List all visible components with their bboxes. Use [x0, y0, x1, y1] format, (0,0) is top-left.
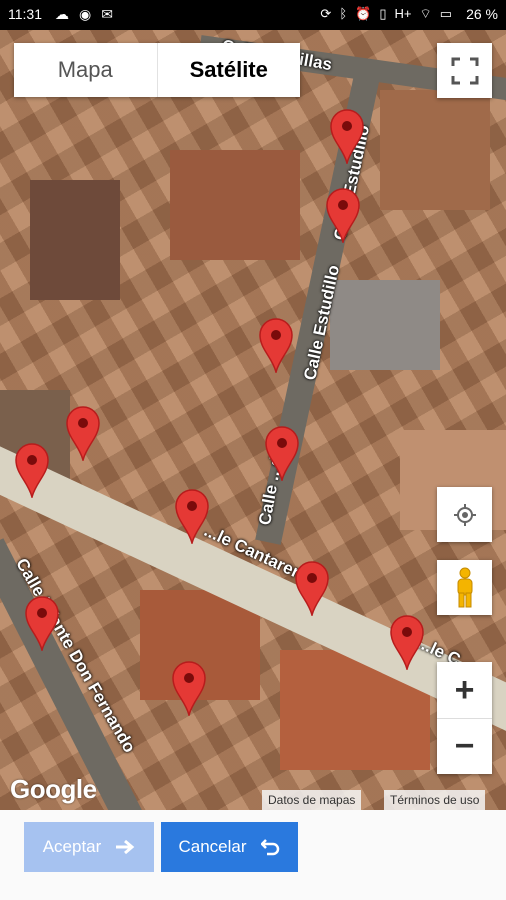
map-marker-pin[interactable]: [14, 442, 50, 498]
map-marker-pin[interactable]: [329, 108, 365, 164]
terms-link[interactable]: Términos de uso: [384, 790, 486, 810]
undo-icon: [260, 839, 279, 856]
fullscreen-icon: [451, 57, 478, 84]
wifi-icon: ⌔: [419, 6, 432, 21]
status-time: 11:31: [8, 6, 42, 22]
zoom-controls: + −: [437, 662, 492, 774]
street-view-button[interactable]: [437, 560, 492, 615]
map-marker-pin[interactable]: [294, 560, 330, 616]
map-marker-pin[interactable]: [389, 614, 425, 670]
bluetooth-icon: ᛒ: [339, 6, 348, 21]
map-marker-pin[interactable]: [171, 660, 207, 716]
action-bar: Aceptar Cancelar: [0, 810, 506, 900]
map-marker-pin[interactable]: [65, 405, 101, 461]
network-type: H+: [394, 6, 412, 21]
zoom-out-button[interactable]: −: [437, 719, 492, 774]
cloud-icon: ☁: [55, 6, 69, 22]
status-bar: 11:31 ☁ ◉ ✉ ⟳ ᛒ ⏰ ▯ H+ ⌔ ▭ 26 %: [0, 0, 506, 30]
map-type-selector: Mapa Satélite: [14, 43, 300, 97]
building-roof: [380, 90, 490, 210]
fullscreen-button[interactable]: [437, 43, 492, 98]
map-view[interactable]: Calle ...ecillas Calle Estudillo Calle E…: [0, 30, 506, 810]
map-marker-pin[interactable]: [325, 187, 361, 243]
accept-button[interactable]: Aceptar: [24, 822, 154, 872]
battery-percentage: 26 %: [466, 6, 498, 22]
building-roof: [30, 180, 120, 300]
map-type-satellite-button[interactable]: Satélite: [156, 43, 301, 97]
arrow-right-icon: [116, 839, 135, 855]
cancel-button[interactable]: Cancelar: [161, 822, 298, 872]
mail-icon: ✉: [101, 6, 113, 22]
vibrate-icon: ▯: [379, 6, 387, 21]
map-type-map-button[interactable]: Mapa: [14, 43, 157, 97]
map-marker-pin[interactable]: [264, 425, 300, 481]
alarm-icon: ⏰: [355, 6, 372, 21]
building-roof: [170, 150, 300, 260]
map-marker-pin[interactable]: [24, 595, 60, 651]
map-marker-pin[interactable]: [174, 488, 210, 544]
zoom-in-button[interactable]: +: [437, 663, 492, 719]
cancel-button-label: Cancelar: [178, 837, 247, 856]
pegman-icon: [457, 567, 472, 607]
sync-icon: ⟳: [320, 6, 332, 21]
location-target-icon: [453, 503, 476, 526]
eye-icon: ◉: [79, 6, 92, 22]
map-marker-pin[interactable]: [258, 317, 294, 373]
accept-button-label: Aceptar: [42, 837, 102, 856]
battery-icon: ▭: [439, 6, 452, 21]
building-roof: [330, 280, 440, 370]
my-location-button[interactable]: [437, 487, 492, 542]
map-data-link[interactable]: Datos de mapas: [262, 790, 362, 810]
google-logo: Google: [10, 774, 97, 804]
